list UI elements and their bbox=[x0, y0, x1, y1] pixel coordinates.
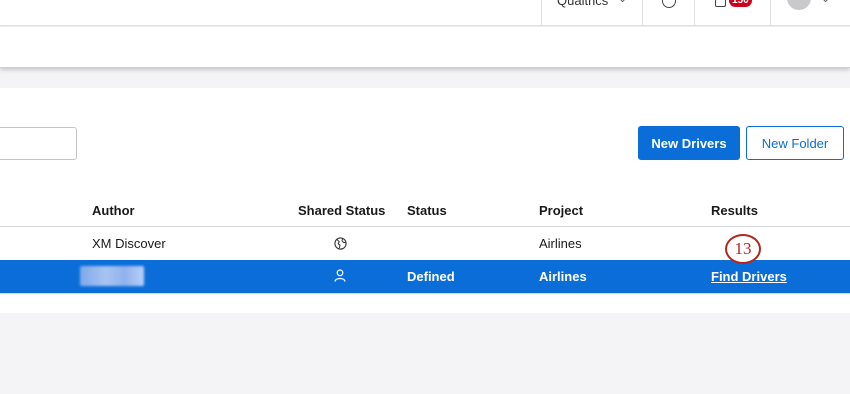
notifications-button[interactable]: 150 bbox=[694, 0, 770, 26]
step-marker: 13 bbox=[725, 234, 761, 264]
column-header-project[interactable]: Project bbox=[539, 203, 583, 218]
user-menu[interactable]: ⌄ bbox=[770, 0, 850, 26]
redacted-author-name bbox=[80, 266, 144, 286]
chevron-down-icon: ⌄ bbox=[821, 0, 830, 5]
info-icon bbox=[662, 0, 676, 8]
globe-icon bbox=[334, 237, 347, 250]
sub-header bbox=[0, 27, 850, 68]
person-icon bbox=[334, 269, 346, 282]
row-divider bbox=[0, 293, 850, 294]
new-folder-button[interactable]: New Folder bbox=[746, 126, 844, 160]
drivers-panel: New Drivers New Folder Author Shared Sta… bbox=[0, 88, 850, 313]
bell-icon bbox=[715, 0, 726, 7]
author-cell: XM Discover bbox=[92, 236, 166, 251]
top-bar: Qualtrics ⌄ 150 ⌄ bbox=[0, 0, 850, 26]
column-header-status[interactable]: Status bbox=[407, 203, 447, 218]
project-cell: Airlines bbox=[539, 236, 582, 251]
project-cell: Airlines bbox=[539, 269, 587, 284]
org-label: Qualtrics bbox=[557, 0, 609, 8]
find-drivers-link[interactable]: Find Drivers bbox=[711, 269, 787, 284]
search-input[interactable] bbox=[0, 127, 77, 160]
column-header-results[interactable]: Results bbox=[711, 203, 758, 218]
notification-badge: 150 bbox=[729, 0, 752, 7]
new-drivers-button[interactable]: New Drivers bbox=[638, 126, 740, 160]
help-button[interactable] bbox=[642, 0, 694, 26]
table-row[interactable]: XM Discover Airlines bbox=[0, 227, 850, 260]
column-header-author[interactable]: Author bbox=[92, 203, 135, 218]
column-header-shared-status[interactable]: Shared Status bbox=[298, 203, 385, 218]
avatar bbox=[787, 0, 811, 10]
status-cell: Defined bbox=[407, 269, 455, 284]
table-row-selected[interactable]: Defined Airlines Find Drivers bbox=[0, 260, 850, 293]
org-switcher[interactable]: Qualtrics ⌄ bbox=[541, 0, 642, 26]
chevron-down-icon: ⌄ bbox=[618, 0, 627, 5]
